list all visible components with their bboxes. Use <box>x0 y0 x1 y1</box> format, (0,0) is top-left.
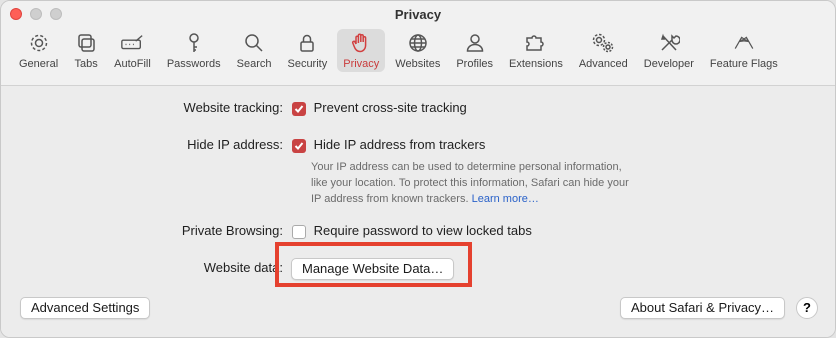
private-browsing-option-label: Require password to view locked tabs <box>313 223 532 238</box>
hide-ip-help-line-1: Your IP address can be used to determine… <box>311 161 622 173</box>
tab-tabs-label: Tabs <box>74 58 98 70</box>
tab-autofill[interactable]: AutoFill <box>108 29 157 72</box>
website-tracking-label: Website tracking: <box>183 100 283 115</box>
tab-privacy[interactable]: Privacy <box>337 29 386 72</box>
about-safari-privacy-button[interactable]: About Safari & Privacy… <box>620 297 786 319</box>
tab-extensions[interactable]: Extensions <box>503 29 569 72</box>
hide-ip-help-line-3: IP address from known trackers. <box>311 193 469 205</box>
tab-advanced-label: Advanced <box>578 58 628 70</box>
website-data-label-row: Website data: <box>1 260 283 278</box>
hide-ip-checkbox[interactable] <box>292 138 306 153</box>
tab-general-label: General <box>19 58 59 70</box>
tab-websites-label: Websites <box>395 58 441 70</box>
person-icon <box>463 31 487 55</box>
website-tracking-option[interactable]: Prevent cross-site tracking <box>292 100 467 116</box>
tabs-icon <box>74 31 98 55</box>
tab-feature-flags-label: Feature Flags <box>709 58 778 70</box>
tab-feature-flags[interactable]: Feature Flags <box>704 29 784 72</box>
globe-icon <box>406 31 430 55</box>
annotation-highlight-box <box>275 242 472 287</box>
tab-passwords-label: Passwords <box>166 58 221 70</box>
titlebar: Privacy General Tabs AutoFill Passwords … <box>1 1 835 86</box>
gear-icon <box>27 31 51 55</box>
preferences-toolbar: General Tabs AutoFill Passwords Search S… <box>13 29 823 72</box>
tab-security[interactable]: Security <box>281 29 333 72</box>
private-browsing-label: Private Browsing: <box>181 223 283 238</box>
hide-ip-label: Hide IP address: <box>187 137 283 152</box>
learn-more-link[interactable]: Learn more… <box>472 193 539 205</box>
tab-tabs[interactable]: Tabs <box>68 29 104 72</box>
tools-icon <box>657 31 681 55</box>
puzzle-icon <box>524 31 548 55</box>
tab-passwords[interactable]: Passwords <box>161 29 227 72</box>
preferences-window: Privacy General Tabs AutoFill Passwords … <box>0 0 836 338</box>
tab-search[interactable]: Search <box>231 29 278 72</box>
hide-ip-label-row: Hide IP address: <box>1 137 283 155</box>
tab-security-label: Security <box>287 58 328 70</box>
website-data-label: Website data: <box>203 260 283 275</box>
window-title: Privacy <box>394 7 442 22</box>
private-browsing-checkbox[interactable] <box>292 224 306 239</box>
autofill-icon <box>120 31 144 55</box>
hide-ip-option-label: Hide IP address from trackers <box>313 137 486 152</box>
tab-websites[interactable]: Websites <box>389 29 446 72</box>
key-icon <box>182 31 206 55</box>
tab-advanced[interactable]: Advanced <box>573 29 634 72</box>
tab-developer-label: Developer <box>643 58 694 70</box>
tab-developer[interactable]: Developer <box>638 29 700 72</box>
hand-icon <box>349 31 373 55</box>
flags-icon <box>732 31 756 55</box>
advanced-settings-button[interactable]: Advanced Settings <box>20 297 151 319</box>
tab-extensions-label: Extensions <box>509 58 563 70</box>
tab-privacy-label: Privacy <box>343 58 380 70</box>
website-tracking-checkbox[interactable] <box>292 101 306 116</box>
hide-ip-option[interactable]: Hide IP address from trackers <box>292 137 485 153</box>
tab-autofill-label: AutoFill <box>114 58 151 70</box>
search-icon <box>242 31 266 55</box>
hide-ip-help-line-3-row: IP address from known trackers. Learn mo… <box>311 191 629 207</box>
privacy-pane: Website tracking: Prevent cross-site tra… <box>1 86 835 337</box>
private-browsing-option[interactable]: Require password to view locked tabs <box>292 223 532 239</box>
tab-search-label: Search <box>236 58 272 70</box>
website-tracking-label-row: Website tracking: <box>1 100 283 118</box>
tab-profiles-label: Profiles <box>456 58 494 70</box>
lock-icon <box>295 31 319 55</box>
tab-profiles[interactable]: Profiles <box>450 29 499 72</box>
gears-icon <box>591 31 615 55</box>
tab-general[interactable]: General <box>13 29 64 72</box>
hide-ip-help-line-2: like your location. To protect this info… <box>311 177 629 189</box>
website-tracking-option-label: Prevent cross-site tracking <box>313 100 467 115</box>
hide-ip-help-text: Your IP address can be used to determine… <box>311 159 629 207</box>
help-button[interactable]: ? <box>796 297 818 319</box>
private-browsing-label-row: Private Browsing: <box>1 223 283 241</box>
